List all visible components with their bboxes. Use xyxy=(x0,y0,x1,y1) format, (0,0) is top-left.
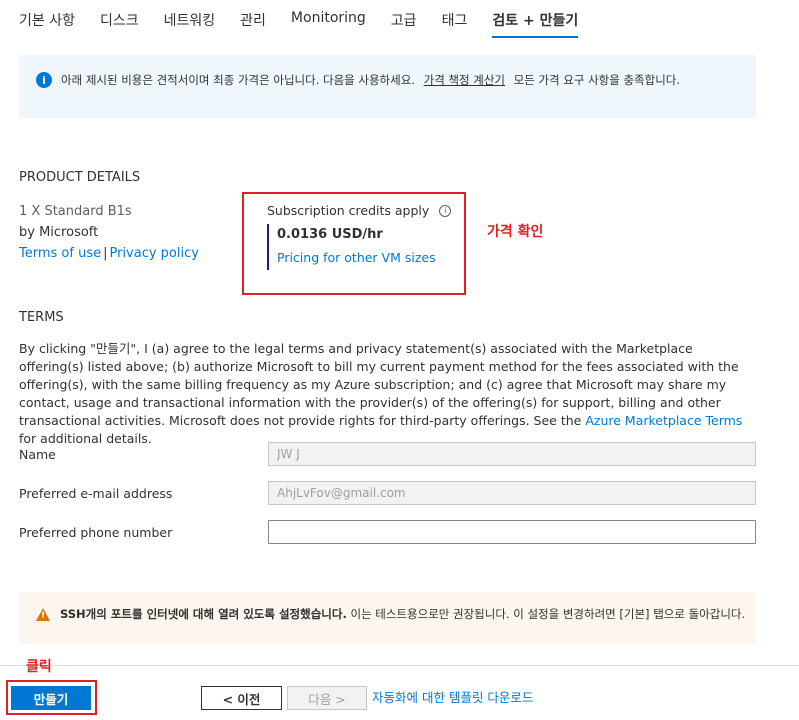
product-summary: 1 X Standard B1s by Microsoft Terms of u… xyxy=(19,201,199,264)
product-details-title: PRODUCT DETAILS xyxy=(19,170,141,185)
info-text-before: 아래 제시된 비용은 견적서이며 최종 가격은 아닙니다. 다음을 사용하세요. xyxy=(61,73,415,87)
terms-of-use-link[interactable]: Terms of use xyxy=(19,246,101,261)
name-field xyxy=(268,442,756,466)
phone-field[interactable] xyxy=(268,520,756,544)
next-button: 다음 > xyxy=(287,686,367,710)
previous-button[interactable]: < 이전 xyxy=(201,686,282,710)
product-name: 1 X Standard B1s xyxy=(19,204,132,219)
warning-bold-text: SSH개의 포트를 인터넷에 대해 열려 있도록 설정했습니다. xyxy=(60,607,347,621)
tab-advanced[interactable]: 고급 xyxy=(391,0,417,38)
download-template-link[interactable]: 자동화에 대한 템플릿 다운로드 xyxy=(372,687,533,706)
info-icon: i xyxy=(36,72,52,88)
terms-text: By clicking "만들기", I (a) agree to the le… xyxy=(19,340,761,448)
price-highlight-box xyxy=(242,192,466,295)
tab-management[interactable]: 관리 xyxy=(240,0,266,38)
tab-disks[interactable]: 디스크 xyxy=(100,0,139,38)
tab-monitoring[interactable]: Monitoring xyxy=(291,0,366,38)
phone-label: Preferred phone number xyxy=(19,525,173,540)
info-banner-text: 아래 제시된 비용은 견적서이며 최종 가격은 아닙니다. 다음을 사용하세요.… xyxy=(61,71,680,89)
email-field xyxy=(268,481,756,505)
tab-networking[interactable]: 네트워킹 xyxy=(164,0,216,38)
marketplace-terms-link[interactable]: Azure Marketplace Terms xyxy=(585,413,742,428)
tab-tags[interactable]: 태그 xyxy=(442,0,468,38)
tab-bar: 기본 사항 디스크 네트워킹 관리 Monitoring 고급 태그 검토 + … xyxy=(19,0,603,38)
warning-icon: ! xyxy=(36,608,50,621)
terms-tail: for additional details. xyxy=(19,431,152,446)
click-annotation: 클릭 xyxy=(26,659,52,675)
privacy-policy-link[interactable]: Privacy policy xyxy=(109,246,198,261)
terms-title: TERMS xyxy=(19,310,64,325)
info-banner: i 아래 제시된 비용은 견적서이며 최종 가격은 아닙니다. 다음을 사용하세… xyxy=(19,55,756,118)
warning-detail: 이는 테스트용으로만 권장됩니다. 이 설정을 변경하려면 [기본] 탭으로 돌… xyxy=(346,607,746,621)
tab-review-create[interactable]: 검토 + 만들기 xyxy=(492,0,579,38)
warning-banner: ! SSH개의 포트를 인터넷에 대해 열려 있도록 설정했습니다. 이는 테스… xyxy=(19,592,756,644)
warning-text: SSH개의 포트를 인터넷에 대해 열려 있도록 설정했습니다. 이는 테스트용… xyxy=(60,606,750,644)
create-highlight-box xyxy=(6,680,97,715)
link-separator: | xyxy=(103,246,108,261)
pricing-calculator-link[interactable]: 가격 책정 계산기 xyxy=(424,73,505,87)
name-label: Name xyxy=(19,447,56,462)
price-check-annotation: 가격 확인 xyxy=(487,224,544,240)
email-label: Preferred e-mail address xyxy=(19,486,173,501)
footer-divider xyxy=(0,665,799,666)
tab-basics[interactable]: 기본 사항 xyxy=(19,0,75,38)
product-publisher: by Microsoft xyxy=(19,225,99,240)
info-text-after: 모든 가격 요구 사항을 충족합니다. xyxy=(513,73,681,87)
